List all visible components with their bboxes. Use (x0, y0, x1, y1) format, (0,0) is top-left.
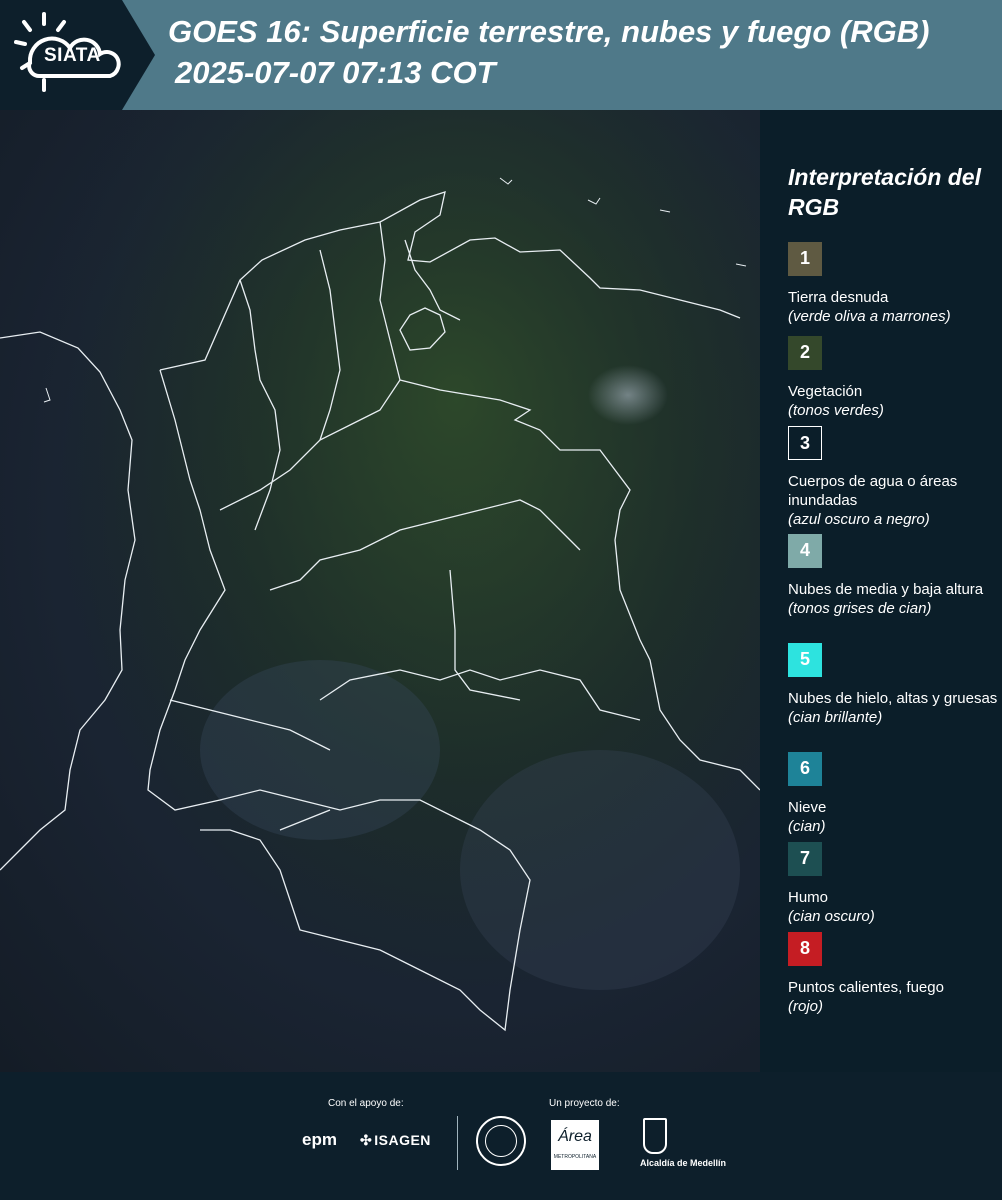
epm-logo: epm (302, 1130, 337, 1149)
isagen-logo: ✣ ISAGEN (360, 1132, 431, 1149)
legend-note: (azul oscuro a negro) (788, 511, 930, 528)
footer: Con el apoyo de: Un proyecto de: epm ✣ IS… (0, 1072, 1002, 1200)
legend-item-fire: 8 Puntos calientes, fuego (rojo) (788, 932, 998, 1016)
legend-title: Interpretación del RGB (788, 164, 981, 220)
cloud-patch (588, 365, 668, 425)
legend-label: Cuerpos de agua o áreas inundadas (788, 473, 958, 509)
isagen-mark-icon: ✣ (360, 1132, 373, 1148)
legend-note: (cian brillante) (788, 709, 883, 726)
project-label: Un proyecto de: (549, 1098, 620, 1109)
page-title: GOES 16: Superficie terrestre, nubes y f… (168, 14, 930, 49)
legend-swatch: 6 (788, 752, 822, 786)
legend-item-ice-clouds: 5 Nubes de hielo, altas y gruesas (cian … (788, 643, 998, 727)
map-borders (0, 110, 760, 1072)
area-logo-sub: METROPOLITANA (553, 1154, 597, 1160)
footer-divider (457, 1116, 458, 1170)
legend-note: (tonos grises de cian) (788, 600, 932, 617)
support-label: Con el apoyo de: (328, 1098, 404, 1109)
legend-note: (cian oscuro) (788, 908, 875, 925)
legend-item-water: 3 Cuerpos de agua o áreas inundadas (azu… (788, 426, 998, 529)
legend-note: (verde oliva a marrones) (788, 308, 951, 325)
legend-note: (cian) (788, 818, 826, 835)
isagen-logo-text: ISAGEN (374, 1132, 431, 1148)
legend-item-low-clouds: 4 Nubes de media y baja altura (tonos gr… (788, 534, 998, 618)
logo-text: SIATA (44, 45, 101, 66)
seal-inner-ring (485, 1125, 517, 1157)
legend-swatch: 1 (788, 242, 822, 276)
legend-panel: Interpretación del RGB 1 Tierra desnuda … (760, 110, 1002, 1072)
medellin-crest-icon (643, 1118, 667, 1154)
legend-note: (rojo) (788, 998, 824, 1015)
legend-label: Vegetación (788, 383, 863, 400)
cloud-patch (460, 750, 740, 990)
legend-swatch: 7 (788, 842, 822, 876)
legend-item-smoke: 7 Humo (cian oscuro) (788, 842, 998, 926)
timestamp: 2025-07-07 07:13 COT (175, 55, 496, 90)
legend-note: (tonos verdes) (788, 402, 884, 419)
legend-swatch: 8 (788, 932, 822, 966)
satellite-map[interactable] (0, 110, 760, 1072)
legend-label: Puntos calientes, fuego (788, 979, 944, 996)
legend-swatch: 5 (788, 643, 822, 677)
legend-swatch: 2 (788, 336, 822, 370)
legend-item-bare-soil: 1 Tierra desnuda (verde oliva a marrones… (788, 242, 998, 326)
legend-label: Humo (788, 889, 829, 906)
legend-label: Nubes de hielo, altas y gruesas (788, 690, 998, 707)
legend-item-snow: 6 Nieve (cian) (788, 752, 998, 836)
legend-label: Nieve (788, 799, 827, 816)
legend-swatch: 3 (788, 426, 822, 460)
legend-swatch: 4 (788, 534, 822, 568)
legend-label: Nubes de media y baja altura (788, 581, 984, 598)
area-logo-text: Área (558, 1128, 592, 1145)
legend-item-vegetation: 2 Vegetación (tonos verdes) (788, 336, 998, 420)
medellin-seal-icon (476, 1116, 526, 1166)
header: SIATA GOES 16: Superficie terrestre, nub… (0, 0, 1002, 110)
siata-logo: SIATA (0, 0, 155, 110)
medellin-label: Alcaldía de Medellín (640, 1158, 727, 1168)
cloud-patch (200, 660, 440, 840)
legend-label: Tierra desnuda (788, 289, 889, 306)
area-metropolitana-logo: Área METROPOLITANA (551, 1120, 599, 1170)
